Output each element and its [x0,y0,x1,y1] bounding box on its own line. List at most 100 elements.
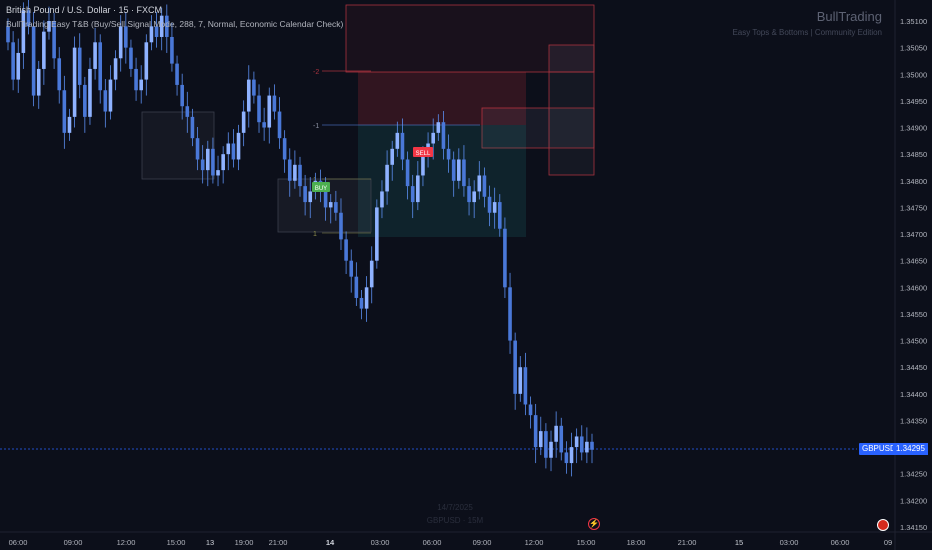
symbol-title[interactable]: British Pound / U.S. Dollar · 15 · FXCM [6,5,162,15]
sell-signal[interactable]: SELL [413,147,433,157]
candle-body [375,207,379,261]
time-tick-label: 09 [884,538,892,547]
candle-body [134,68,138,91]
candle-body [170,36,174,64]
price-tick-label: 1.35000 [900,70,927,79]
level-label: 1 [313,231,317,238]
candle-body [303,186,307,203]
candle-body [72,47,77,117]
candle-body [339,212,343,240]
candle-body [441,122,446,149]
buy-signal[interactable]: BUY [312,182,330,192]
price-tick-label: 1.34700 [900,230,927,239]
candle-body [354,276,359,298]
candle-body [272,95,277,112]
lightning-icon[interactable]: ⚡ [588,518,600,530]
time-tick-label: 06:00 [9,538,28,547]
candle-body [523,367,528,405]
time-tick-label: 15 [735,538,743,547]
candle-body [124,26,128,48]
candle-body [108,79,113,112]
candle-body [508,287,512,341]
sell-signal-label: SELL [416,151,431,157]
candle-body [451,159,456,181]
candle-body [11,42,15,80]
time-tick-label: 03:00 [780,538,799,547]
us-flag-icon[interactable] [877,519,889,531]
candle-body [83,84,87,117]
price-chart[interactable]: -2 -1 1 1 BUY SELL 1.351001.350501.35000… [0,0,932,550]
candle-body [180,84,184,107]
candle-body [211,148,215,176]
candle-body [328,202,333,208]
candle-body [246,79,251,112]
price-tick-label: 1.34450 [900,363,927,372]
candle-body [544,431,548,458]
candle-body [98,42,103,91]
candle-body [323,191,328,208]
candle-body [344,239,348,261]
price-tick-label: 1.35100 [900,17,927,26]
candle-body [528,404,533,416]
candle-body [36,68,41,96]
watermark-symbol: GBPUSD · 15M [426,516,484,525]
candle-body [467,186,471,203]
candle-body [590,441,594,450]
price-tick-label: 1.34150 [900,523,927,532]
candle-body [67,116,72,133]
candle-body [585,441,589,453]
level-label: -2 [313,69,319,76]
candle-body [487,196,492,213]
price-tick-label: 1.34600 [900,283,927,292]
current-price-badge: 1.34295 [893,443,928,455]
candle-body [42,31,46,69]
candle-body [359,297,364,309]
price-tick-label: 1.34350 [900,416,927,425]
candle-body [518,367,523,394]
candle-body [287,159,292,181]
time-tick-label: 19:00 [235,538,254,547]
candle-body [503,228,507,288]
candle-body [482,175,487,197]
candle-body [216,170,220,176]
candle-body [175,63,179,85]
indicator-legend[interactable]: BullTrading Easy T&B (Buy/Sell Signal Mo… [6,19,343,29]
price-tick-label: 1.34750 [900,203,927,212]
price-tick-label: 1.35050 [900,44,927,53]
candle-body [195,138,200,160]
time-tick-label: 18:00 [627,538,646,547]
candle-body [241,111,246,133]
candle-body [190,116,195,139]
time-tick-label: 14 [326,538,335,547]
time-tick-label: 13 [206,538,214,547]
candle-body [380,191,384,208]
candle-body [421,154,425,176]
candle-body [400,132,405,160]
candle-body [436,122,441,133]
candle-body [385,164,389,192]
candle-body [492,202,497,213]
candle-body [200,159,205,171]
price-tick-label: 1.34250 [900,470,927,479]
time-tick-label: 15:00 [167,538,186,547]
candle-body [185,106,190,117]
candle-body [395,132,400,149]
buy-signal-label: BUY [315,186,327,192]
candle-body [364,287,369,309]
time-tick-label: 12:00 [117,538,136,547]
candle-body [113,58,118,80]
candle-body [559,425,564,453]
candle-body [77,47,82,85]
candle-body [257,95,261,123]
candle-body [62,90,67,133]
candle-body [390,148,395,165]
candle-body [533,415,538,448]
price-tick-label: 1.34850 [900,150,927,159]
candle-body [231,143,236,160]
candle-body [226,143,231,155]
candle-body [513,340,517,394]
candle-body [221,154,225,171]
candle-body [293,164,297,181]
candle-body [334,202,338,213]
candle-body [267,95,272,128]
